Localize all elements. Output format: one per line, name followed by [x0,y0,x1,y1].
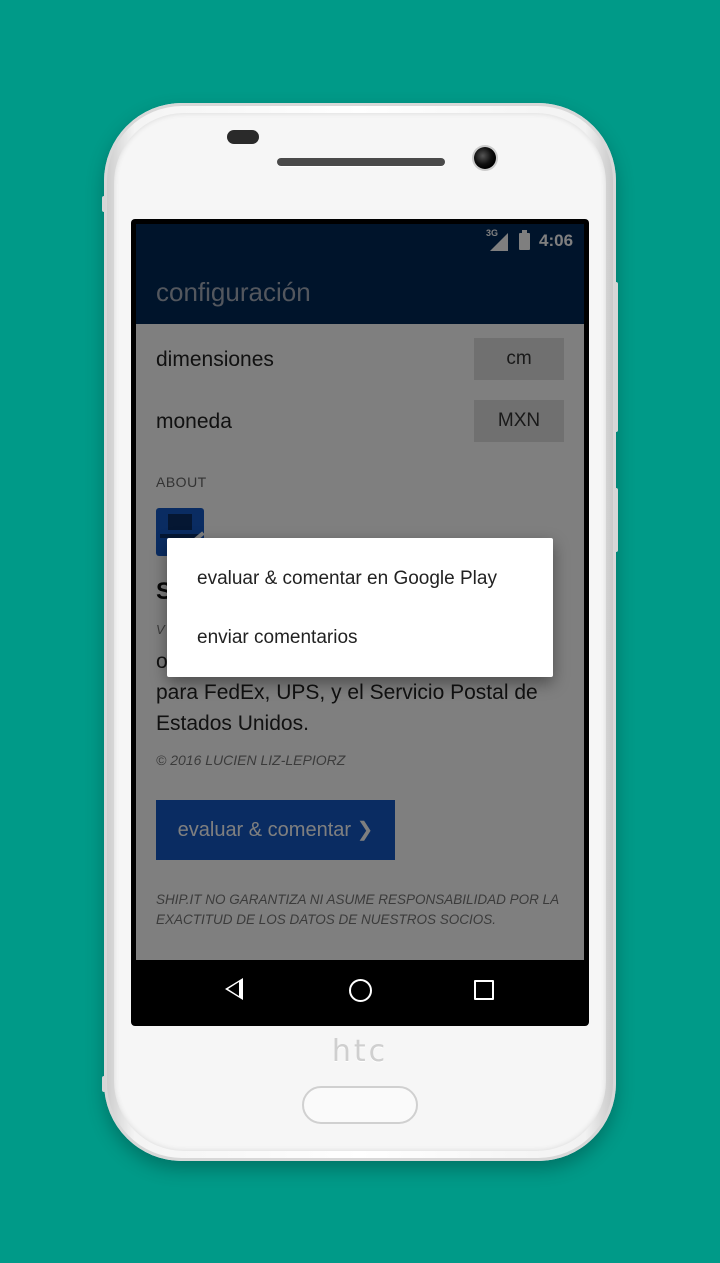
brand-logo: htc [331,1034,389,1069]
dialog-item-send-feedback[interactable]: enviar comentarios [197,627,358,649]
phone-screen: 3G 4:06 configuración dimensiones cm mon… [131,219,589,1026]
back-icon[interactable] [225,978,243,1000]
home-key [302,1086,418,1124]
earpiece-speaker [277,158,445,166]
options-dialog: evaluar & comentar en Google Play enviar… [167,538,553,677]
display: 3G 4:06 configuración dimensiones cm mon… [136,224,584,1021]
dialog-item-rate-google-play[interactable]: evaluar & comentar en Google Play [197,568,497,590]
power-button [614,488,618,552]
volume-button [614,282,618,432]
proximity-sensor [227,130,259,144]
recent-apps-icon[interactable] [474,980,494,1000]
home-icon[interactable] [349,979,372,1002]
front-camera [474,147,496,169]
navigation-bar [136,960,584,1021]
side-button-left-lower [102,1076,106,1092]
side-button-left [102,196,106,212]
